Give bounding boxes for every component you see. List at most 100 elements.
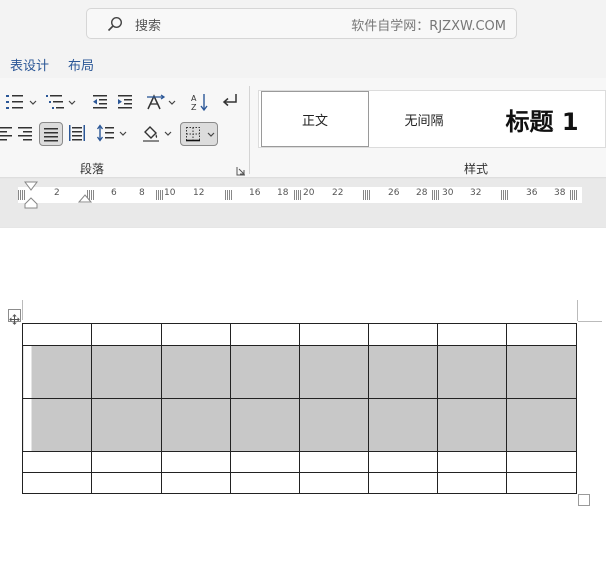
document-table[interactable]	[22, 323, 577, 494]
ruler-tick: 2	[54, 188, 60, 198]
line-spacing-button[interactable]	[95, 122, 117, 144]
tab-table-design[interactable]: 表设计	[10, 55, 49, 74]
multilevel-list-icon	[46, 95, 64, 109]
table-cell-selected[interactable]	[299, 398, 369, 452]
sort-button[interactable]: A Z	[189, 91, 211, 113]
increase-indent-icon	[118, 95, 132, 109]
group-divider	[249, 86, 250, 174]
bullets-icon	[6, 95, 23, 109]
text-direction-button[interactable]	[145, 91, 167, 113]
ruler-column-marker[interactable]	[294, 190, 302, 200]
show-formatting-marks-button[interactable]	[219, 90, 241, 112]
table-move-handle[interactable]	[8, 309, 21, 325]
chevron-down-icon[interactable]	[119, 131, 127, 137]
table-cell-selected[interactable]	[91, 345, 162, 399]
table-cell[interactable]	[368, 472, 438, 494]
table-cell-selected[interactable]	[506, 398, 577, 452]
table-row	[22, 472, 577, 494]
ruler-tick: 32	[470, 188, 482, 198]
table-row	[22, 323, 577, 346]
ruler-column-marker[interactable]	[363, 190, 371, 200]
search-box[interactable]: 搜索 软件自学网：RJZXW.COM	[86, 8, 517, 39]
table-cell[interactable]	[22, 472, 92, 494]
table-cell[interactable]	[91, 451, 162, 473]
ruler-column-marker[interactable]	[225, 190, 233, 200]
ribbon-tabs: 表设计 布局	[0, 48, 606, 78]
sort-icon: A Z	[191, 94, 208, 112]
table-cell-selected[interactable]	[437, 398, 507, 452]
ruler-column-marker[interactable]	[156, 190, 164, 200]
style-heading-1[interactable]: 标题 1	[479, 91, 605, 147]
table-cell-selected[interactable]	[506, 345, 577, 399]
horizontal-ruler[interactable]: 2 6 8 10 12 16 18 20 22 26 28 30 32 36 3…	[18, 187, 582, 203]
table-cell[interactable]	[299, 472, 369, 494]
align-right-button[interactable]	[14, 122, 36, 144]
table-cell[interactable]	[161, 451, 231, 473]
table-cell[interactable]	[299, 451, 369, 473]
shading-button[interactable]	[140, 122, 162, 144]
margin-corner-mark	[578, 321, 602, 322]
table-cell[interactable]	[437, 472, 507, 494]
svg-text:A: A	[191, 94, 197, 103]
table-cell[interactable]	[506, 323, 577, 346]
first-line-indent-marker[interactable]	[24, 181, 38, 193]
style-normal[interactable]: 正文	[261, 91, 369, 147]
table-cell[interactable]	[230, 472, 300, 494]
chevron-down-icon[interactable]	[68, 100, 76, 106]
increase-indent-button[interactable]	[114, 91, 136, 113]
search-placeholder: 搜索	[135, 19, 162, 34]
table-cell-selected[interactable]	[368, 398, 438, 452]
distributed-button[interactable]	[66, 122, 88, 144]
table-cell[interactable]	[299, 323, 369, 346]
chevron-down-icon[interactable]	[168, 100, 176, 106]
ruler-tick: 38	[554, 188, 566, 198]
table-cell[interactable]	[437, 451, 507, 473]
table-cell-selected[interactable]	[161, 345, 231, 399]
decrease-indent-button[interactable]	[89, 91, 111, 113]
table-cell[interactable]	[22, 451, 92, 473]
table-cell[interactable]	[161, 472, 231, 494]
ruler-column-marker[interactable]	[570, 190, 578, 200]
table-cell-selected[interactable]	[230, 398, 300, 452]
svg-text:Z: Z	[191, 103, 197, 112]
table-cell-selected[interactable]	[437, 345, 507, 399]
document-page[interactable]	[0, 228, 606, 562]
bullets-button[interactable]	[4, 91, 26, 113]
ruler-column-marker[interactable]	[432, 190, 440, 200]
paragraph-mark-icon	[222, 94, 237, 107]
table-cell-selected[interactable]	[22, 345, 92, 399]
borders-button[interactable]	[180, 122, 218, 146]
table-resize-handle[interactable]	[578, 494, 590, 506]
table-cell[interactable]	[437, 323, 507, 346]
table-cell-selected[interactable]	[230, 345, 300, 399]
style-no-spacing[interactable]: 无间隔	[371, 91, 477, 147]
justify-button[interactable]	[39, 122, 63, 146]
table-cell[interactable]	[230, 323, 300, 346]
table-cell-selected[interactable]	[299, 345, 369, 399]
align-right-icon	[18, 127, 32, 141]
table-row-selected	[22, 345, 577, 399]
table-cell-selected[interactable]	[368, 345, 438, 399]
table-cell[interactable]	[506, 472, 577, 494]
table-cell[interactable]	[161, 323, 231, 346]
ruler-column-marker[interactable]	[501, 190, 509, 200]
table-cell[interactable]	[91, 323, 162, 346]
left-indent-marker[interactable]	[24, 197, 38, 209]
table-cell[interactable]	[368, 323, 438, 346]
table-cell-selected[interactable]	[91, 398, 162, 452]
table-cell-selected[interactable]	[22, 398, 92, 452]
table-cell[interactable]	[506, 451, 577, 473]
right-indent-marker[interactable]	[78, 194, 92, 204]
table-cell[interactable]	[368, 451, 438, 473]
table-cell[interactable]	[22, 323, 92, 346]
table-cell[interactable]	[230, 451, 300, 473]
tab-layout[interactable]: 布局	[68, 55, 94, 74]
multilevel-list-button[interactable]	[44, 91, 66, 113]
chevron-down-icon[interactable]	[164, 131, 172, 137]
chevron-down-icon[interactable]	[29, 100, 37, 106]
dialog-launcher-icon[interactable]	[236, 166, 246, 176]
ruler-tick: 22	[332, 188, 344, 198]
table-cell[interactable]	[91, 472, 162, 494]
ruler-tick: 16	[249, 188, 261, 198]
table-cell-selected[interactable]	[161, 398, 231, 452]
